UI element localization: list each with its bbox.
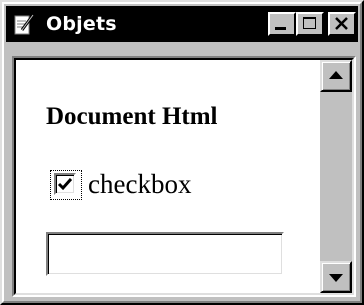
page-heading: Document Html (46, 103, 218, 130)
window-title: Objets (46, 13, 117, 35)
scroll-track[interactable] (320, 92, 352, 261)
close-button[interactable] (328, 12, 356, 36)
arrow-down-icon (329, 274, 343, 282)
checkbox[interactable] (54, 173, 76, 195)
checkmark-icon (57, 178, 73, 191)
scroll-down-button[interactable] (320, 261, 352, 293)
close-icon (335, 17, 348, 30)
window-frame: Objets Document Html checkbox (2, 2, 362, 303)
title-bar[interactable]: Objets (6, 6, 358, 42)
minimize-button[interactable] (268, 12, 296, 36)
checkbox-label[interactable]: checkbox (88, 169, 191, 199)
scroll-up-button[interactable] (320, 60, 352, 92)
maximize-icon (303, 17, 316, 29)
maximize-button[interactable] (296, 12, 324, 36)
document-area: Document Html checkbox (12, 56, 356, 297)
minimize-icon (275, 27, 286, 30)
document-pen-icon[interactable] (12, 12, 36, 36)
arrow-up-icon (329, 71, 343, 79)
vertical-scrollbar[interactable] (320, 60, 352, 293)
app-window: Objets Document Html checkbox (0, 0, 364, 305)
text-input[interactable] (46, 232, 284, 276)
document-frame: Document Html checkbox (14, 58, 354, 295)
